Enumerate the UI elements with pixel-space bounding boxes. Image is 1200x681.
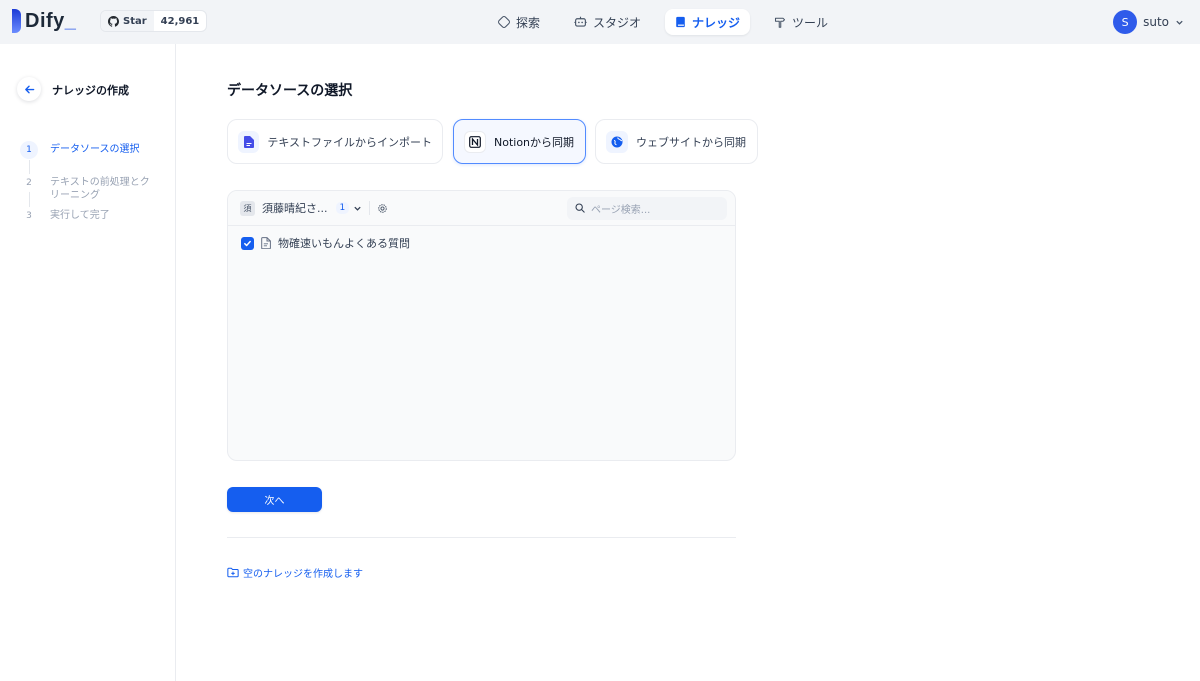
avatar: S bbox=[1113, 10, 1138, 34]
divider bbox=[369, 201, 371, 215]
step-1: 1 データソースの選択 bbox=[20, 141, 170, 159]
steps-sidebar: ナレッジの作成 1 データソースの選択 2 テキストの前処理とクリーニング 3 … bbox=[0, 44, 176, 681]
page-checkbox[interactable] bbox=[241, 236, 254, 250]
create-empty-knowledge-label: 空のナレッジを作成します bbox=[243, 569, 363, 580]
user-name: suto bbox=[1143, 15, 1169, 29]
sidebar-title: ナレッジの作成 bbox=[52, 84, 129, 97]
notion-page-selector: 須 須藤晴紀さ... 1 ページ検索... 物確速いもんよくある質問 bbox=[227, 190, 736, 461]
nav-tools[interactable]: ツール bbox=[764, 9, 838, 35]
chevron-down-icon[interactable] bbox=[353, 204, 362, 213]
main-nav: 探索 スタジオ ナレッジ ツール bbox=[488, 9, 838, 35]
nav-explore[interactable]: 探索 bbox=[488, 9, 550, 35]
search-placeholder: ページ検索... bbox=[591, 204, 651, 216]
nav-knowledge-label: ナレッジ bbox=[692, 15, 741, 30]
page-search-input[interactable]: ページ検索... bbox=[567, 196, 727, 220]
page-title: データソースの選択 bbox=[227, 83, 353, 99]
nav-studio[interactable]: スタジオ bbox=[564, 9, 651, 35]
step-1-number: 1 bbox=[20, 141, 38, 159]
source-notion[interactable]: Notionから同期 bbox=[453, 119, 586, 164]
step-3: 3 実行して完了 bbox=[20, 207, 170, 225]
workspace-page-count: 1 bbox=[335, 202, 350, 214]
source-website-label: ウェブサイトから同期 bbox=[636, 135, 746, 149]
nav-knowledge[interactable]: ナレッジ bbox=[665, 9, 751, 35]
step-1-label: データソースの選択 bbox=[50, 144, 140, 155]
folder-plus-icon bbox=[227, 567, 239, 578]
chevron-down-icon bbox=[1176, 20, 1183, 25]
gear-icon[interactable] bbox=[377, 203, 388, 214]
source-text-file-label: テキストファイルからインポート bbox=[267, 135, 432, 149]
page-icon bbox=[261, 237, 271, 249]
arrow-left-icon bbox=[24, 85, 34, 93]
logo-mark bbox=[12, 9, 21, 33]
step-3-number: 3 bbox=[20, 207, 38, 225]
top-bar: Dify_ Star 42,961 探索 スタジオ ナレッジ ツール S sut… bbox=[0, 0, 1200, 44]
robot-icon bbox=[574, 16, 587, 27]
workspace-avatar: 須 bbox=[240, 200, 255, 216]
search-icon bbox=[575, 203, 585, 213]
next-button[interactable]: 次へ bbox=[227, 487, 322, 512]
workspace-bar: 須 須藤晴紀さ... 1 ページ検索... bbox=[228, 191, 735, 226]
globe-icon bbox=[611, 136, 623, 147]
notion-icon bbox=[469, 135, 481, 148]
github-icon bbox=[108, 15, 119, 27]
source-notion-label: Notionから同期 bbox=[494, 135, 575, 149]
book-icon bbox=[676, 16, 685, 28]
compass-icon bbox=[498, 16, 510, 28]
star-label: Star bbox=[123, 15, 147, 27]
divider bbox=[227, 537, 736, 538]
workspace-name[interactable]: 須藤晴紀さ... bbox=[262, 200, 328, 216]
back-button[interactable] bbox=[17, 77, 41, 101]
step-2-label: テキストの前処理とクリーニング bbox=[50, 177, 150, 201]
nav-studio-label: スタジオ bbox=[593, 15, 642, 30]
page-list-item[interactable]: 物確速いもんよくある質問 bbox=[228, 226, 735, 260]
hammer-icon bbox=[775, 17, 786, 28]
dify-logo[interactable]: Dify_ bbox=[12, 9, 76, 33]
user-menu[interactable]: S suto bbox=[1113, 10, 1184, 34]
create-empty-knowledge-link[interactable]: 空のナレッジを作成します bbox=[227, 565, 363, 580]
check-icon bbox=[244, 240, 251, 246]
star-count: 42,961 bbox=[160, 15, 200, 27]
source-website[interactable]: ウェブサイトから同期 bbox=[595, 119, 758, 164]
file-icon bbox=[243, 135, 254, 148]
nav-tools-label: ツール bbox=[792, 15, 829, 30]
step-2-number: 2 bbox=[20, 174, 38, 192]
step-2: 2 テキストの前処理とクリーニング bbox=[20, 174, 170, 202]
source-text-file[interactable]: テキストファイルからインポート bbox=[227, 119, 443, 164]
step-3-label: 実行して完了 bbox=[50, 210, 110, 221]
logo-text: Dify bbox=[25, 9, 65, 32]
github-star-button[interactable]: Star 42,961 bbox=[100, 10, 208, 32]
nav-explore-label: 探索 bbox=[516, 15, 541, 30]
page-name: 物確速いもんよくある質問 bbox=[278, 237, 410, 250]
